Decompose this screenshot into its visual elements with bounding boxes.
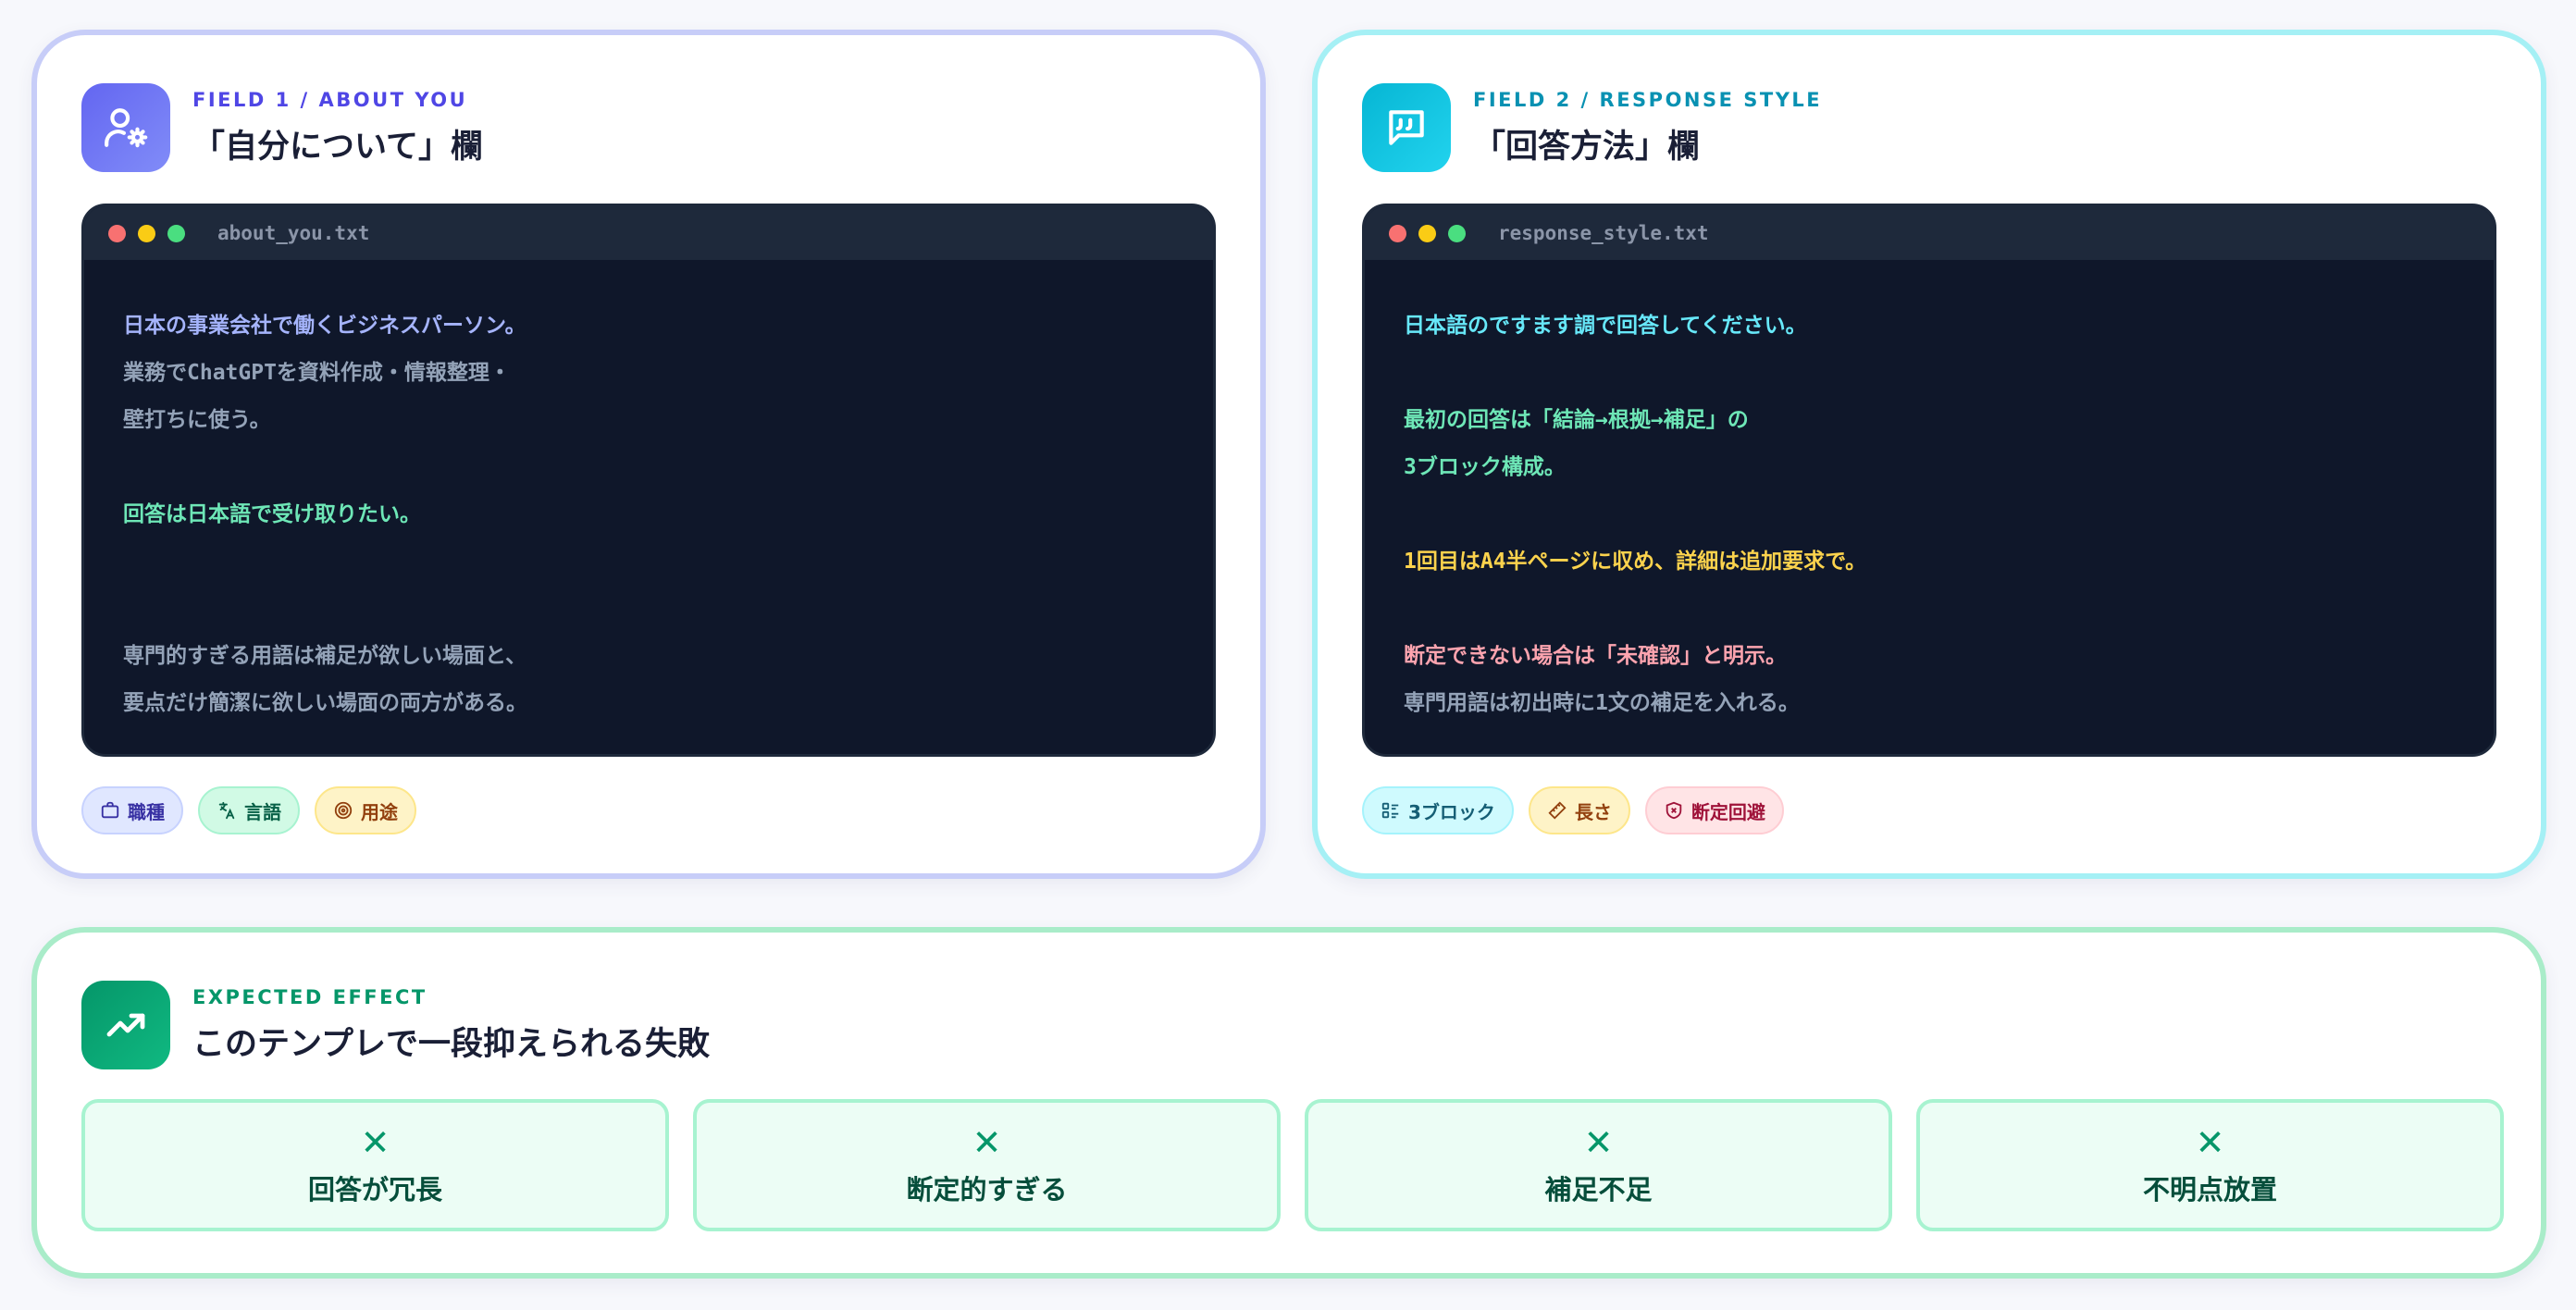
effect-item: ✕ 補足不足	[1305, 1099, 1892, 1231]
briefcase-icon	[101, 801, 119, 819]
code-line: 日本の事業会社で働くビジネスパーソン。	[123, 314, 526, 338]
effect-label: 補足不足	[1544, 1173, 1653, 1205]
translate-icon	[218, 801, 235, 820]
field2-eyebrow: FIELD 2 / RESPONSE STYLE	[1473, 89, 1823, 111]
code-line: 壁打ちに使う。	[123, 408, 271, 432]
code-line: 最初の回答は「結論→根拠→補足」の	[1404, 408, 1749, 432]
trending-up-icon	[81, 981, 170, 1069]
effect-list: ✕ 回答が冗長 ✕ 断定的すぎる ✕ 補足不足 ✕ 不明点放置	[81, 1099, 2504, 1231]
effect-item: ✕ 不明点放置	[1916, 1099, 2504, 1231]
terminal-title-bar: about_you.txt	[84, 206, 1213, 260]
response-style-terminal: response_style.txt 日本語のですます調で回答してください。 最…	[1362, 204, 2496, 757]
field1-eyebrow: FIELD 1 / ABOUT YOU	[192, 89, 468, 111]
field2-title: 「回答方法」欄	[1473, 129, 1701, 166]
terminal-filename: response_style.txt	[1498, 222, 1709, 244]
code-line: 専門用語は初出時に1文の補足を入れる。	[1404, 691, 1800, 715]
code-line: 業務でChatGPTを資料作成・情報整理・	[123, 361, 511, 385]
tag-purpose: 用途	[315, 786, 416, 834]
minimize-dot	[1418, 224, 1436, 242]
minimize-dot	[138, 224, 155, 242]
code-line: 3ブロック構成。	[1404, 455, 1566, 479]
shield-icon	[1666, 801, 1682, 820]
field1-title: 「自分について」欄	[192, 129, 483, 166]
tag-label: 断定回避	[1690, 800, 1765, 823]
tag-three-blocks: 3ブロック	[1362, 786, 1514, 834]
effect-item: ✕ 断定的すぎる	[693, 1099, 1281, 1231]
cross-icon: ✕	[360, 1121, 390, 1163]
field2-tags: 3ブロック 長さ 断定回避	[1362, 786, 1784, 834]
user-gear-icon	[81, 83, 170, 172]
terminal-title-bar: response_style.txt	[1365, 206, 2494, 260]
effect-title: このテンプレで一段抑えられる失敗	[192, 1026, 710, 1063]
code-line: 回答は日本語で受け取りたい。	[123, 502, 421, 526]
list-blocks-icon	[1381, 802, 1399, 819]
tag-label: 長さ	[1574, 800, 1612, 823]
maximize-dot	[167, 224, 185, 242]
cross-icon: ✕	[1583, 1121, 1614, 1163]
target-icon	[334, 801, 353, 820]
effect-item: ✕ 回答が冗長	[81, 1099, 669, 1231]
effect-label: 断定的すぎる	[906, 1173, 1068, 1205]
terminal-body: 日本語のですます調で回答してください。 最初の回答は「結論→根拠→補足」の 3ブ…	[1365, 260, 2494, 727]
close-dot	[108, 224, 126, 242]
cross-icon: ✕	[2195, 1121, 2225, 1163]
tag-length: 長さ	[1528, 786, 1630, 834]
code-line: 日本語のですます調で回答してください。	[1404, 314, 1807, 338]
code-line: 1回目はA4半ページに収め、詳細は追加要求で。	[1404, 550, 1867, 574]
tag-label: 言語	[244, 800, 281, 823]
response-style-card: FIELD 2 / RESPONSE STYLE 「回答方法」欄 respons…	[1312, 30, 2546, 879]
cross-icon: ✕	[972, 1121, 1002, 1163]
about-you-terminal: about_you.txt 日本の事業会社で働くビジネスパーソン。 業務でCha…	[81, 204, 1216, 757]
chat-quote-icon	[1362, 83, 1451, 172]
terminal-filename: about_you.txt	[217, 222, 370, 244]
tag-occupation: 職種	[81, 786, 183, 834]
code-line: 要点だけ簡潔に欲しい場面の両方がある。	[123, 691, 527, 715]
tag-language: 言語	[198, 786, 300, 834]
close-dot	[1389, 224, 1406, 242]
code-line: 専門的すぎる用語は補足が欲しい場面と、	[123, 644, 527, 668]
effect-label: 回答が冗長	[307, 1173, 442, 1205]
expected-effect-card: EXPECTED EFFECT このテンプレで一段抑えられる失敗 ✕ 回答が冗長…	[31, 927, 2546, 1279]
effect-label: 不明点放置	[2142, 1173, 2277, 1205]
effect-eyebrow: EXPECTED EFFECT	[192, 986, 427, 1008]
tag-label: 3ブロック	[1408, 800, 1495, 823]
tag-avoid-assertion: 断定回避	[1644, 786, 1784, 834]
about-you-card: FIELD 1 / ABOUT YOU 「自分について」欄 about_you.…	[31, 30, 1266, 879]
ruler-icon	[1548, 801, 1567, 820]
code-line: 断定できない場合は「未確認」と明示。	[1404, 644, 1787, 668]
tag-label: 用途	[361, 800, 398, 823]
tag-label: 職種	[128, 800, 165, 823]
field1-tags: 職種 言語 用途	[81, 786, 416, 834]
maximize-dot	[1448, 224, 1466, 242]
terminal-body: 日本の事業会社で働くビジネスパーソン。 業務でChatGPTを資料作成・情報整理…	[84, 260, 1213, 727]
